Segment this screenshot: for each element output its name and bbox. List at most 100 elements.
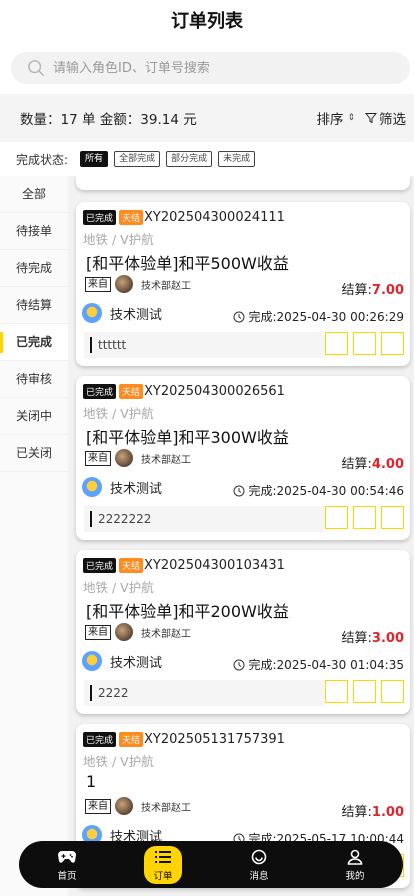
status-badge: 已完成 bbox=[83, 732, 117, 747]
worker-avatar bbox=[82, 651, 102, 671]
list-icon bbox=[152, 848, 174, 866]
order-number: XY202504300103431 bbox=[144, 558, 285, 573]
image-slot[interactable] bbox=[381, 680, 404, 703]
publisher-avatar bbox=[115, 275, 133, 293]
completed-time: 完成:2025-04-30 00:54:46 bbox=[248, 484, 405, 498]
note-text: 2222 bbox=[98, 686, 129, 700]
image-slot[interactable] bbox=[381, 506, 404, 529]
status-badge: 已完成 bbox=[83, 558, 117, 573]
status-filter-label: 完成状态: bbox=[16, 152, 69, 167]
settle-type-badge: 天结 bbox=[119, 732, 144, 747]
from-tag: 来自 bbox=[85, 798, 111, 814]
page-title: 订单列表 bbox=[171, 11, 243, 32]
order-number: XY202504300024111 bbox=[144, 210, 285, 225]
nav-profile-label: 我的 bbox=[345, 870, 365, 882]
image-slot[interactable] bbox=[353, 680, 376, 703]
sidebar-item-closed[interactable]: 已关闭 bbox=[0, 435, 68, 472]
order-note: tttttt bbox=[84, 332, 324, 358]
publisher-name: 技术部赵工 bbox=[141, 280, 191, 292]
worker-name: 技术测试 bbox=[110, 481, 163, 497]
order-list[interactable]: 已完成 天结 XY202504300024111 地铁 / V护航 [和平体验单]和… bbox=[68, 176, 414, 896]
filter-icon bbox=[365, 113, 377, 124]
sidebar-item-closing[interactable]: 关闭中 bbox=[0, 398, 68, 435]
status-chip-undone[interactable]: 未完成 bbox=[218, 151, 256, 167]
product-title: [和平体验单]和平500W收益 bbox=[86, 254, 289, 273]
bottom-nav: 首页 订单 消息 我的 bbox=[19, 841, 403, 888]
publisher-name: 技术部赵工 bbox=[141, 628, 191, 640]
order-category: 地铁 / V护航 bbox=[83, 580, 154, 595]
note-text: tttttt bbox=[98, 338, 127, 352]
summary-bar: 数量：17 单 金额：39.14 元 排序 ⇕ 筛选 bbox=[0, 94, 414, 142]
settle-label: 结算: bbox=[341, 805, 372, 820]
sidebar-item-pending-settle[interactable]: 待结算 bbox=[0, 287, 68, 324]
status-chip-all-done[interactable]: 全部完成 bbox=[114, 151, 161, 167]
image-slot[interactable] bbox=[325, 680, 348, 703]
sidebar-item-completed[interactable]: 已完成 bbox=[0, 324, 68, 361]
order-category: 地铁 / V护航 bbox=[83, 754, 154, 769]
status-sidebar: 全部 待接单 待完成 待结算 已完成 待审核 关闭中 已关闭 bbox=[0, 176, 68, 896]
order-card[interactable]: 已完成 天结 XY202504300026561 地铁 / V护航 [和平体验单]和… bbox=[76, 376, 410, 540]
settle-type-badge: 天结 bbox=[119, 558, 144, 573]
worker-avatar bbox=[82, 303, 102, 323]
from-tag: 来自 bbox=[85, 450, 111, 466]
sort-button[interactable]: 排序 ⇕ bbox=[316, 108, 355, 128]
settle-amount: 结算:7.00 bbox=[342, 279, 404, 298]
settle-amount: 结算:3.00 bbox=[342, 627, 404, 646]
settle-value: 7.00 bbox=[371, 283, 404, 298]
settle-value: 3.00 bbox=[371, 631, 404, 646]
order-note: 2222222 bbox=[84, 506, 324, 532]
clock-icon bbox=[233, 659, 244, 670]
sort-label: 排序 bbox=[316, 112, 344, 128]
search-input[interactable] bbox=[53, 60, 393, 76]
image-slot[interactable] bbox=[381, 332, 404, 355]
publisher-avatar bbox=[115, 623, 133, 641]
sidebar-item-all[interactable]: 全部 bbox=[0, 176, 68, 213]
nav-home-label: 首页 bbox=[57, 870, 77, 882]
completed-time: 完成:2025-04-30 00:26:29 bbox=[248, 310, 405, 324]
status-chip-all[interactable]: 所有 bbox=[80, 151, 109, 167]
product-title: [和平体验单]和平300W收益 bbox=[86, 428, 289, 447]
image-slot[interactable] bbox=[353, 506, 376, 529]
product-title: [和平体验单]和平200W收益 bbox=[86, 602, 289, 621]
nav-messages-label: 消息 bbox=[249, 870, 269, 882]
note-text: 2222222 bbox=[98, 512, 152, 526]
settle-amount: 结算:4.00 bbox=[342, 453, 404, 472]
gamepad-icon bbox=[56, 848, 78, 866]
search-icon bbox=[28, 60, 44, 76]
clock-icon bbox=[233, 311, 244, 322]
sidebar-item-pending-review[interactable]: 待审核 bbox=[0, 361, 68, 398]
image-slot[interactable] bbox=[325, 506, 348, 529]
settle-value: 1.00 bbox=[371, 805, 404, 820]
publisher-avatar bbox=[115, 449, 133, 467]
from-tag: 来自 bbox=[85, 624, 111, 640]
order-card[interactable]: 已完成 天结 XY202504300103431 地铁 / V护航 [和平体验单]和… bbox=[76, 550, 410, 714]
sort-arrows-icon: ⇕ bbox=[347, 113, 355, 123]
sidebar-item-pending-accept[interactable]: 待接单 bbox=[0, 213, 68, 250]
nav-messages[interactable]: 消息 bbox=[229, 848, 289, 882]
search-bar[interactable] bbox=[11, 52, 410, 84]
settle-amount: 结算:1.00 bbox=[342, 801, 404, 820]
nav-home[interactable]: 首页 bbox=[37, 848, 97, 882]
publisher-avatar bbox=[115, 797, 133, 815]
publisher-name: 技术部赵工 bbox=[141, 802, 191, 814]
nav-orders[interactable]: 订单 bbox=[133, 845, 193, 884]
settle-label: 结算: bbox=[341, 457, 372, 472]
status-chip-partial[interactable]: 部分完成 bbox=[166, 151, 213, 167]
product-title: 1 bbox=[86, 772, 97, 791]
filter-button[interactable]: 筛选 bbox=[365, 108, 406, 128]
order-category: 地铁 / V护航 bbox=[83, 232, 154, 247]
sidebar-item-pending-complete[interactable]: 待完成 bbox=[0, 250, 68, 287]
order-card-partial[interactable] bbox=[76, 176, 410, 190]
status-badge: 已完成 bbox=[83, 210, 117, 225]
order-category: 地铁 / V护航 bbox=[83, 406, 154, 421]
image-slot[interactable] bbox=[353, 332, 376, 355]
completed-time: 完成:2025-04-30 01:04:35 bbox=[248, 658, 405, 672]
message-icon bbox=[248, 848, 270, 866]
user-icon bbox=[344, 848, 366, 866]
filter-label: 筛选 bbox=[379, 112, 406, 128]
order-card[interactable]: 已完成 天结 XY202504300024111 地铁 / V护航 [和平体验单]和… bbox=[76, 202, 410, 366]
nav-profile[interactable]: 我的 bbox=[325, 848, 385, 882]
worker-name: 技术测试 bbox=[110, 307, 163, 323]
image-slot[interactable] bbox=[325, 332, 348, 355]
order-number: XY202504300026561 bbox=[144, 384, 285, 399]
